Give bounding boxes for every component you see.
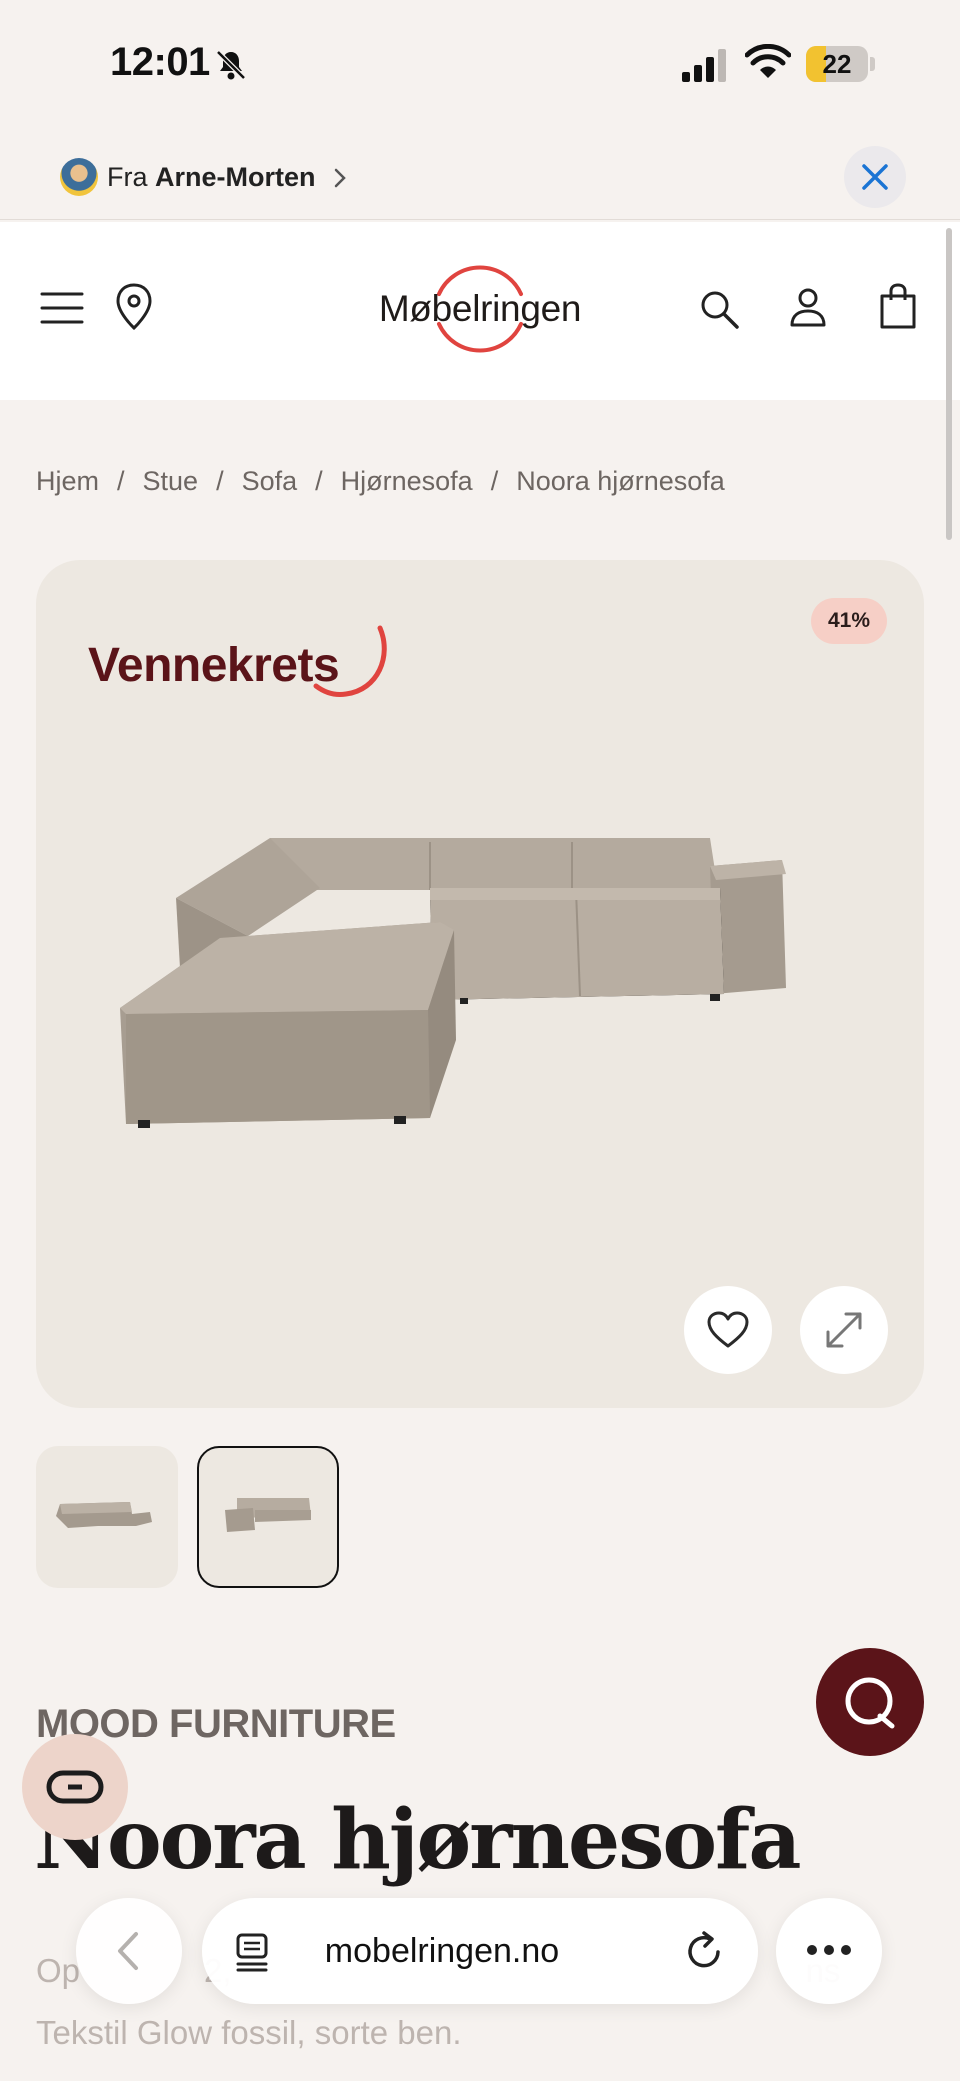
campaign-arc-icon: [313, 625, 387, 697]
signal-icon: [682, 49, 726, 82]
menu-icon[interactable]: [40, 288, 84, 328]
expand-image-button[interactable]: [800, 1286, 888, 1374]
back-icon: [118, 1932, 138, 1970]
site-logo[interactable]: Møbelringen: [360, 254, 600, 364]
more-button[interactable]: [776, 1898, 882, 2004]
thumbnail-image: [225, 1498, 311, 1532]
more-icon: [807, 1945, 851, 1955]
bell-slash-icon: [216, 50, 246, 80]
status-bar: 12:01 22: [0, 0, 960, 130]
breadcrumb-current: Noora hjørnesofa: [516, 466, 725, 496]
thumbnail-image: [56, 1502, 152, 1528]
product-description-line2: Tekstil Glow fossil, sorte ben.: [36, 2014, 462, 2051]
scrollbar[interactable]: [946, 228, 952, 540]
close-button[interactable]: [844, 146, 906, 208]
close-icon: [862, 164, 888, 190]
favorite-button[interactable]: [684, 1286, 772, 1374]
breadcrumb-separator: /: [490, 466, 499, 496]
breadcrumb-separator: /: [216, 466, 224, 496]
breadcrumb-separator: /: [117, 466, 125, 496]
breadcrumb-separator: /: [315, 466, 323, 496]
breadcrumb-hjornesofa[interactable]: Hjørnesofa: [341, 466, 473, 496]
discount-badge: 41%: [811, 598, 887, 644]
location-pin-icon[interactable]: [114, 282, 154, 332]
wifi-icon: [745, 44, 791, 78]
chevron-right-icon: [334, 168, 346, 188]
product-title: Noora hjørnesofa: [34, 1792, 801, 1888]
product-image: [120, 838, 786, 1128]
thumbnail-1[interactable]: [36, 1446, 178, 1588]
breadcrumb-home[interactable]: Hjem: [36, 466, 99, 496]
status-time: 12:01: [110, 40, 210, 84]
expand-icon: [826, 1312, 862, 1348]
chat-icon: [845, 1677, 895, 1729]
loop-icon: [46, 1770, 104, 1804]
heart-icon: [707, 1311, 749, 1348]
battery-indicator: 22: [806, 46, 875, 82]
browser-back-button[interactable]: [76, 1898, 182, 2004]
tabs-icon: [236, 1933, 268, 1972]
campaign-logo: Vennekrets: [88, 596, 408, 706]
chat-button[interactable]: [816, 1648, 924, 1756]
site-header: Møbelringen: [0, 222, 960, 400]
referral-text: Fra Arne-Morten: [107, 162, 316, 193]
bag-icon[interactable]: [878, 282, 918, 330]
thumbnail-2[interactable]: [197, 1446, 339, 1588]
breadcrumb-sofa[interactable]: Sofa: [242, 466, 298, 496]
breadcrumb-stue[interactable]: Stue: [143, 466, 199, 496]
product-description-start: Op: [36, 1952, 81, 1989]
account-icon[interactable]: [788, 286, 828, 328]
referral-prefix: Fra: [107, 162, 148, 192]
referral-banner[interactable]: Fra Arne-Morten: [0, 138, 960, 220]
avatar: [60, 158, 98, 196]
reload-icon[interactable]: [684, 1930, 726, 1972]
url-text[interactable]: mobelringen.no: [292, 1932, 592, 1971]
referral-name: Arne-Morten: [155, 162, 316, 192]
search-icon[interactable]: [698, 288, 740, 330]
address-bar[interactable]: mobelringen.no: [202, 1898, 758, 2004]
battery-level: 22: [822, 49, 852, 79]
logo-text: Møbelringen: [378, 288, 582, 329]
product-image-card[interactable]: Vennekrets 41%: [36, 560, 924, 1408]
breadcrumb: Hjem / Stue / Sofa / Hjørnesofa / Noora hjørneso…: [36, 466, 725, 497]
loop-button[interactable]: [22, 1734, 128, 1840]
